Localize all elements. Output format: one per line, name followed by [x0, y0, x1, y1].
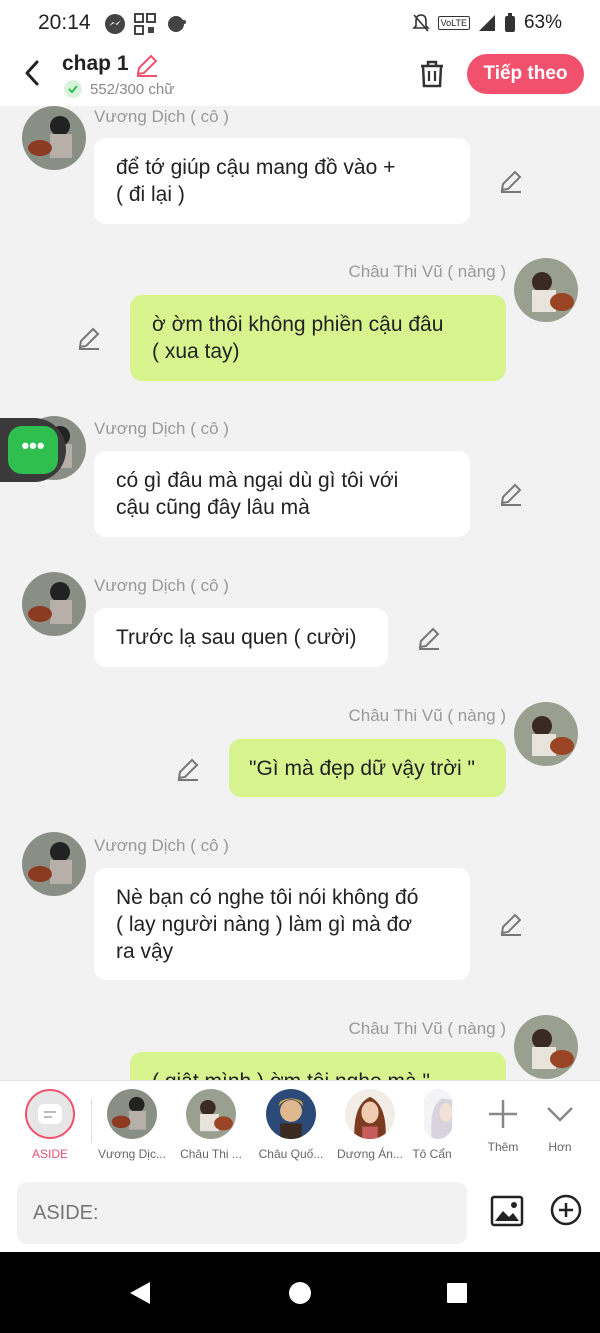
character-label: Dương Án... [337, 1147, 403, 1161]
character-bar: ASIDE Vương Dịc... Châu Thi ... Châu Quố… [0, 1080, 600, 1172]
character-chau-thi-vu[interactable]: Châu Thi ... [171, 1089, 251, 1161]
message-line: ờ ờm thôi không phiền cậu đâu [152, 313, 444, 336]
edit-message-pencil-icon[interactable] [416, 625, 442, 651]
speaker-name: Vương Dịch ( cô ) [94, 836, 229, 855]
qr-icon [134, 13, 156, 35]
status-right: VoLTE 63% [411, 12, 562, 34]
edit-message-pencil-icon[interactable] [498, 481, 524, 507]
avatar-vuong-dich[interactable] [22, 572, 86, 636]
editor-header: chap 1 552/300 chữ Tiếp theo [0, 48, 600, 106]
battery-percent: 63% [523, 12, 562, 33]
back-arrow-icon[interactable] [20, 58, 46, 88]
message-line: cậu cũng đây lâu mà [116, 496, 310, 519]
message-bubble[interactable]: để tớ giúp cậu mang đồ vào + ( đi lại ) [94, 138, 470, 224]
speaker-name: Châu Thi Vũ ( nàng ) [348, 1019, 507, 1038]
character-avatar [186, 1089, 236, 1139]
mute-bell-icon [411, 14, 430, 32]
message-bubble[interactable]: có gì đâu mà ngại dù gì tôi với cậu cũng… [94, 451, 470, 537]
message-line: ra vậy [116, 940, 174, 963]
volte-badge: VoLTE [437, 16, 470, 30]
character-to-can[interactable]: Tô Cẩn [408, 1089, 456, 1161]
status-time: 20:14 [38, 11, 91, 34]
input-bar [0, 1172, 600, 1252]
word-count-text: 552/300 chữ [90, 80, 175, 98]
edit-message-pencil-icon[interactable] [498, 911, 524, 937]
word-count: 552/300 chữ [64, 80, 174, 98]
message-line: ( lay người nàng ) làm gì mà đơ [116, 913, 413, 936]
nav-home-icon[interactable] [288, 1281, 312, 1305]
character-aside[interactable]: ASIDE [10, 1089, 90, 1161]
edit-title-pencil-icon[interactable] [134, 52, 160, 78]
avatar-vuong-dich[interactable] [22, 832, 86, 896]
message-line: có gì đâu mà ngại dù gì tôi với [116, 469, 399, 492]
avatar-chau-thi-vu[interactable] [514, 1015, 578, 1079]
character-avatar [107, 1089, 157, 1139]
chat-bubble-icon [168, 16, 186, 32]
chapter-title: chap 1 [62, 52, 129, 75]
nav-back-icon[interactable] [128, 1280, 152, 1306]
avatar-vuong-dich[interactable] [22, 106, 86, 170]
signal-icon [478, 15, 495, 31]
add-circle-icon[interactable] [550, 1194, 582, 1226]
message-line: ( xua tay) [152, 340, 240, 363]
character-avatar [345, 1089, 395, 1139]
edit-message-pencil-icon[interactable] [76, 325, 102, 351]
android-nav-bar [0, 1252, 600, 1333]
message-input[interactable] [17, 1182, 467, 1244]
avatar-chau-thi-vu[interactable] [514, 702, 578, 766]
message-bubble[interactable]: ờ ờm thôi không phiền cậu đâu ( xua tay) [130, 295, 506, 381]
message-bubble[interactable]: Trước lạ sau quen ( cười) [94, 608, 388, 667]
aside-note-icon [25, 1089, 75, 1139]
message-line: ( đi lại ) [116, 183, 185, 206]
character-duong-an[interactable]: Dương Án... [330, 1089, 410, 1161]
trash-icon[interactable] [416, 58, 448, 90]
speaker-name: Vương Dịch ( cô ) [94, 419, 229, 438]
speaker-name: Châu Thi Vũ ( nàng ) [348, 262, 507, 281]
character-label: Châu Quố... [258, 1147, 324, 1161]
character-chau-quoc[interactable]: Châu Quố... [251, 1089, 331, 1161]
next-button[interactable]: Tiếp theo [467, 54, 584, 94]
character-label: Vương Dịc... [98, 1147, 166, 1161]
battery-icon [504, 13, 515, 32]
message-line: Nè bạn có nghe tôi nói không đó [116, 886, 419, 909]
status-bar: 20:14 VoLTE 63% [0, 0, 600, 48]
image-icon[interactable] [490, 1194, 524, 1228]
message-line: Trước lạ sau quen ( cười) [116, 626, 357, 649]
nav-recents-icon[interactable] [446, 1282, 468, 1304]
chat-area[interactable]: Vương Dịch ( cô ) để tớ giúp cậu mang đồ… [0, 106, 600, 1080]
character-label: Châu Thi ... [180, 1147, 242, 1161]
floating-menu-button[interactable]: ••• [0, 418, 66, 482]
more-dots-icon: ••• [8, 426, 58, 474]
more-characters-button[interactable]: Hơn [520, 1089, 600, 1154]
speaker-name: Vương Dịch ( cô ) [94, 576, 229, 595]
speaker-name: Vương Dịch ( cô ) [94, 107, 229, 126]
character-avatar [266, 1089, 316, 1139]
chevron-down-icon [547, 1107, 573, 1122]
avatar-chau-thi-vu[interactable] [514, 258, 578, 322]
check-icon [64, 80, 82, 98]
character-vuong-dich[interactable]: Vương Dịc... [92, 1089, 172, 1161]
more-label: Hơn [548, 1140, 572, 1154]
edit-message-pencil-icon[interactable] [175, 756, 201, 782]
messenger-icon [105, 14, 125, 34]
message-bubble[interactable]: Nè bạn có nghe tôi nói không đó ( lay ng… [94, 868, 470, 980]
message-line: "Gì mà đẹp dữ vậy trời " [249, 757, 475, 780]
message-bubble[interactable]: ( giật mình ) ờm tôi nghe mà " [130, 1052, 506, 1080]
edit-message-pencil-icon[interactable] [498, 168, 524, 194]
character-label: Tô Cẩn [412, 1147, 452, 1161]
message-line: để tớ giúp cậu mang đồ vào + [116, 156, 396, 179]
message-bubble[interactable]: "Gì mà đẹp dữ vậy trời " [229, 739, 506, 797]
speaker-name: Châu Thi Vũ ( nàng ) [348, 706, 507, 725]
message-line: ( giật mình ) ờm tôi nghe mà " [152, 1068, 484, 1080]
character-avatar [420, 1089, 456, 1139]
character-label: ASIDE [31, 1147, 68, 1161]
